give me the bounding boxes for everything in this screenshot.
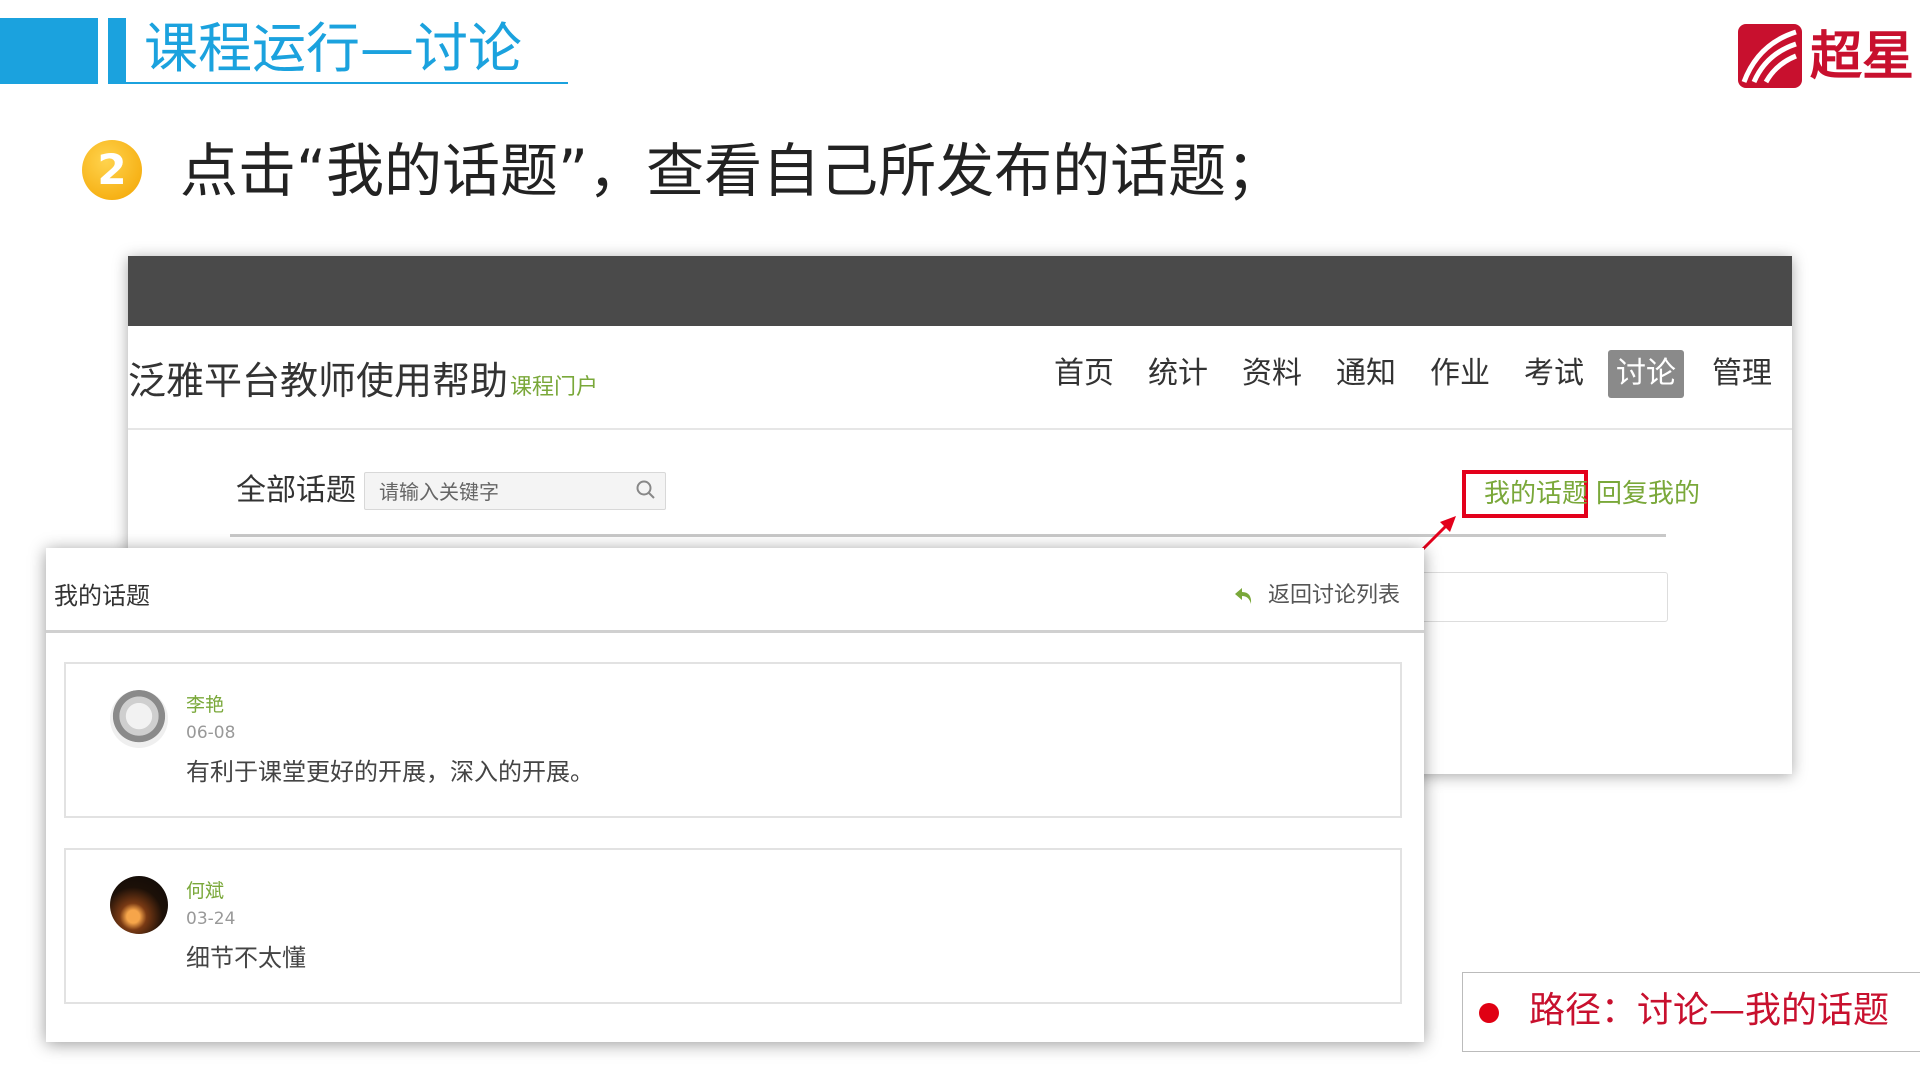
back-arrow-icon [1235,588,1252,604]
nav-item-homework[interactable]: 作业 [1430,350,1490,398]
brand-logo-icon [1738,24,1802,88]
topic-search-box [364,472,666,511]
topic-date: 03-24 [186,909,236,929]
topic-author[interactable]: 李艳 [186,690,224,720]
slide-title: 课程运行—讨论 [144,17,522,80]
nav-divider [128,428,1792,430]
step-instruction: 点击“我的话题”，查看自己所发布的话题； [180,137,1285,205]
brand-logo-text: 超星 [1810,26,1915,87]
nav-item-discussion[interactable]: 讨论 [1608,350,1684,398]
header-accent-bar [108,18,126,84]
replies-to-me-link[interactable]: 回复我的 [1596,472,1700,516]
path-note-text: 路径：讨论—我的话题 [1529,990,1890,1031]
avatar [110,690,168,748]
back-to-list-label: 返回讨论列表 [1268,583,1401,608]
avatar [110,876,168,934]
nav-item-notices[interactable]: 通知 [1336,350,1396,398]
step-number-badge: 2 [82,140,142,200]
header-underline [108,82,568,84]
nav-item-stats[interactable]: 统计 [1148,350,1208,398]
nav-item-exam[interactable]: 考试 [1524,350,1584,398]
bullet-dot-icon [1479,1003,1499,1023]
topic-card[interactable]: 李艳 06-08 有利于课堂更好的开展，深入的开展。 [64,662,1402,818]
topic-content[interactable]: 细节不太懂 [186,938,306,978]
panel-divider [46,630,1424,633]
main-nav: 首页 统计 资料 通知 作业 考试 讨论 管理 [128,350,1792,408]
topic-date: 06-08 [186,723,236,743]
path-note: 路径：讨论—我的话题 [1462,972,1920,1052]
topic-card[interactable]: 何斌 03-24 细节不太懂 [64,848,1402,1004]
panel-title: 我的话题 [54,582,150,610]
my-topics-panel: 我的话题 返回讨论列表 李艳 06-08 有利于课堂更好的开展，深入的开展。 何… [46,548,1424,1042]
topic-author[interactable]: 何斌 [186,876,224,906]
all-topics-tab[interactable]: 全部话题 [236,466,356,516]
header-accent-block [0,18,98,84]
topic-search-input[interactable] [377,473,631,511]
search-icon[interactable] [635,479,657,501]
my-topics-link[interactable]: 我的话题 [1484,472,1588,516]
topic-content[interactable]: 有利于课堂更好的开展，深入的开展。 [186,752,594,792]
site-top-bar [128,256,1792,326]
nav-item-home[interactable]: 首页 [1054,350,1114,398]
nav-item-manage[interactable]: 管理 [1712,350,1772,398]
nav-item-resources[interactable]: 资料 [1242,350,1302,398]
brand-logo: 超星 [1738,22,1914,92]
